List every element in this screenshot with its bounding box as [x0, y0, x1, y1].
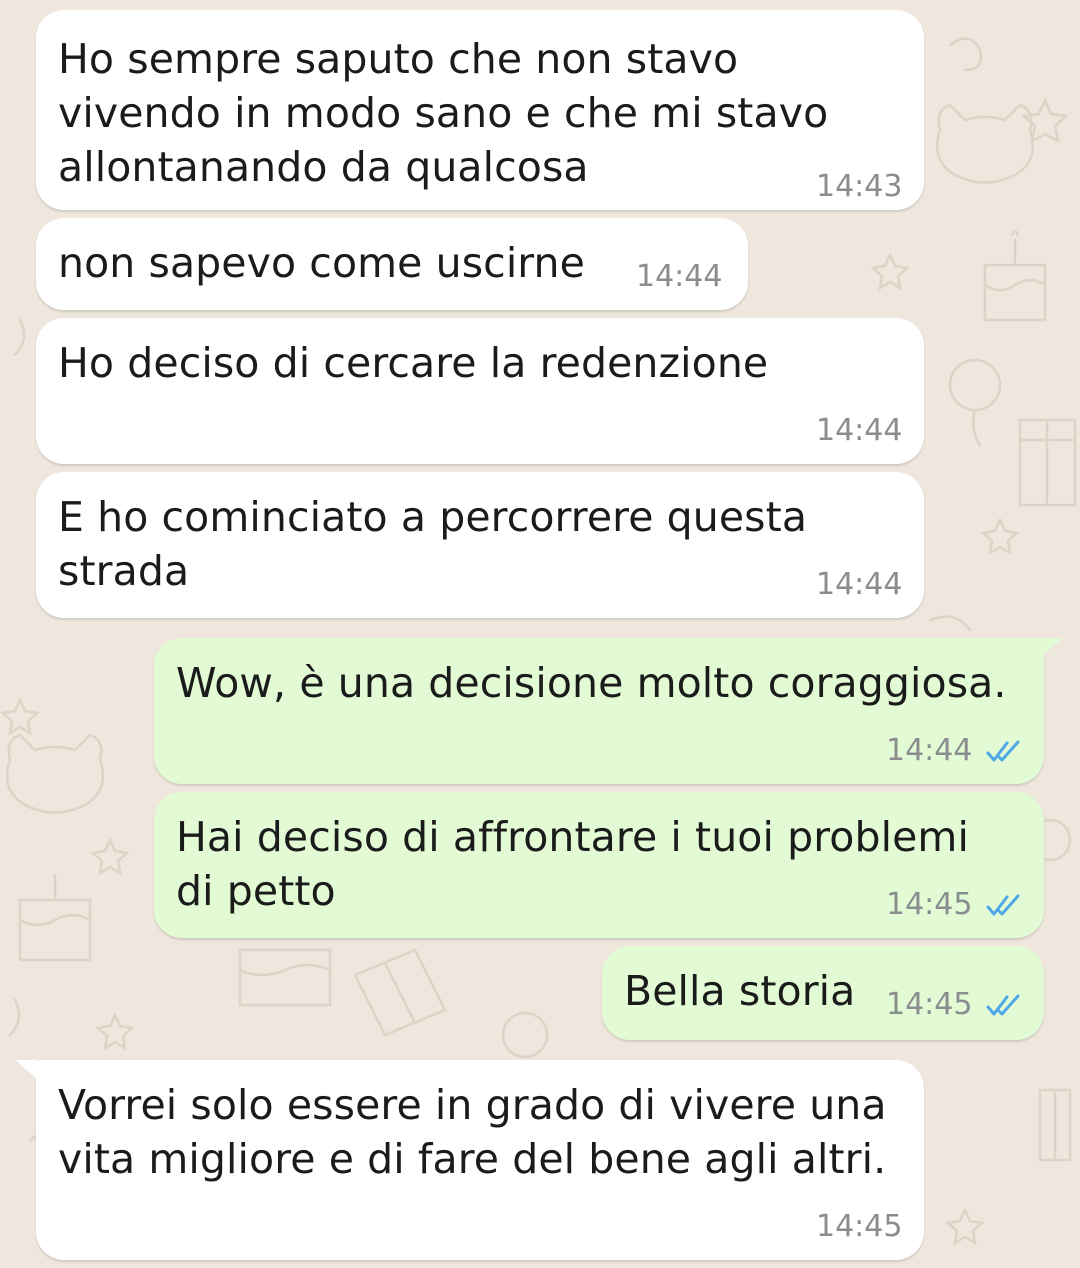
double-check-icon [986, 740, 1020, 762]
message-timestamp: 14:45 [816, 1209, 903, 1244]
message-bubble-incoming[interactable]: Ho sempre saputo che non stavo vivendo i… [36, 10, 924, 210]
message-text: Ho sempre saputo che non stavo vivendo i… [58, 35, 829, 191]
message-bubble-outgoing[interactable]: Wow, è una decisione molto coraggiosa. 1… [154, 638, 1044, 784]
message-timestamp: 14:44 [636, 259, 723, 294]
message-timestamp: 14:45 [886, 987, 973, 1022]
message-timestamp: 14:44 [816, 567, 903, 602]
message-text: Ho deciso di cercare la redenzione [58, 339, 769, 387]
message-text: non sapevo come uscirne [58, 239, 585, 287]
message-bubble-incoming[interactable]: non sapevo come uscirne 14:44 [36, 218, 748, 310]
double-check-icon [986, 994, 1020, 1016]
message-text: Bella storia [624, 967, 856, 1015]
message-text: E ho cominciato a percorrere questa stra… [58, 493, 808, 595]
message-timestamp: 14:43 [816, 169, 903, 204]
bubble-tail-incoming [16, 1060, 38, 1080]
message-text: Wow, è una decisione molto coraggiosa. [176, 659, 1007, 707]
double-check-icon [986, 894, 1020, 916]
message-timestamp: 14:45 [886, 887, 973, 922]
message-bubble-outgoing[interactable]: Hai deciso di affrontare i tuoi problemi… [154, 792, 1044, 938]
message-timestamp: 14:44 [816, 413, 903, 448]
message-bubble-outgoing[interactable]: Bella storia 14:45 [602, 946, 1044, 1040]
message-bubble-incoming[interactable]: E ho cominciato a percorrere questa stra… [36, 472, 924, 618]
message-timestamp: 14:44 [886, 733, 973, 768]
message-bubble-incoming[interactable]: Ho deciso di cercare la redenzione 14:44 [36, 318, 924, 464]
bubble-tail-outgoing [1040, 638, 1062, 658]
message-bubble-incoming[interactable]: Vorrei solo essere in grado di vivere un… [36, 1060, 924, 1260]
chat-conversation[interactable]: Ho sempre saputo che non stavo vivendo i… [0, 0, 1080, 1268]
message-text: Vorrei solo essere in grado di vivere un… [58, 1081, 887, 1183]
